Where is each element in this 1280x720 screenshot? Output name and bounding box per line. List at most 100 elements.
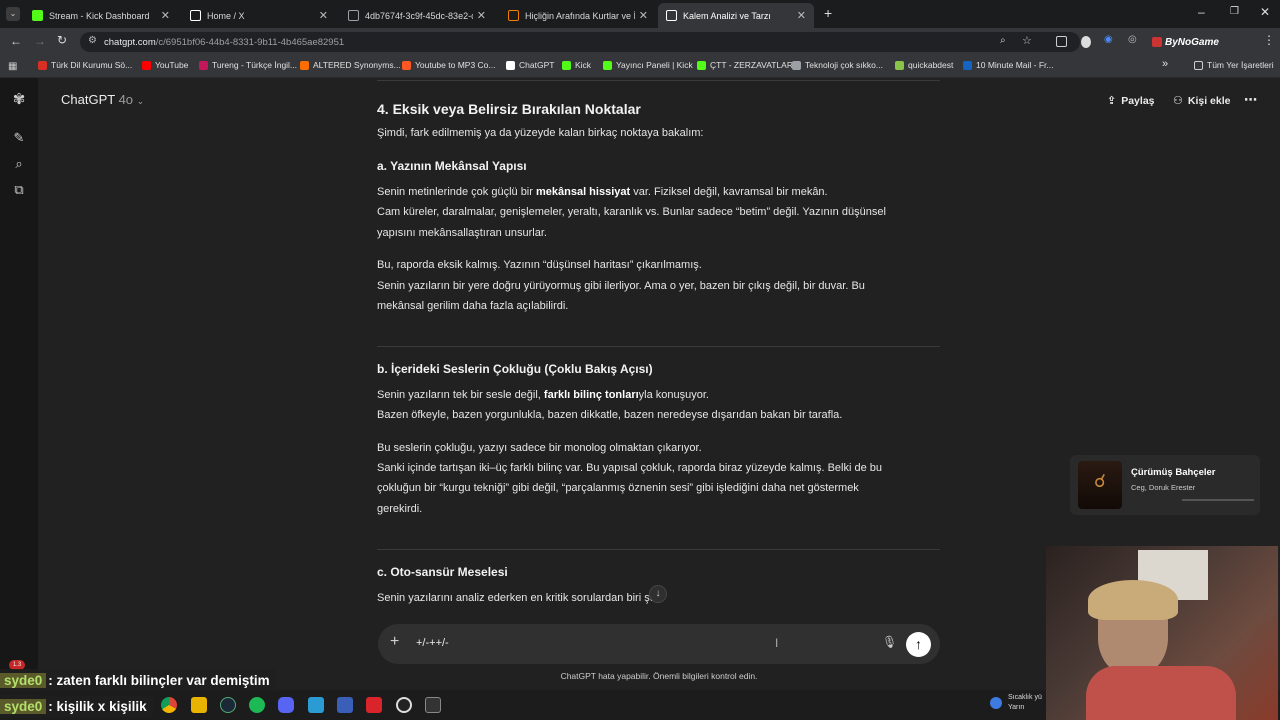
minimize-button[interactable]: – bbox=[1198, 5, 1205, 19]
tab-title: Kalem Analizi ve Tarzı bbox=[683, 10, 771, 21]
bookmark-icon bbox=[603, 60, 612, 70]
bookmarks-overflow-button[interactable]: » bbox=[1162, 58, 1168, 70]
close-window-button[interactable]: ✕ bbox=[1260, 5, 1270, 19]
app-taskbar-icon[interactable] bbox=[308, 697, 324, 713]
bookmark-icon bbox=[963, 60, 972, 70]
section-heading: 4. Eksik veya Belirsiz Bırakılan Noktala… bbox=[377, 101, 641, 117]
reload-icon[interactable]: ↻ bbox=[57, 33, 67, 47]
pdf-taskbar-icon[interactable] bbox=[366, 697, 382, 713]
bookmark-item[interactable]: Tureng - Türkçe İngil... bbox=[199, 60, 297, 70]
close-tab-icon[interactable]: ✕ bbox=[319, 9, 328, 22]
new-tab-button[interactable]: + bbox=[824, 5, 832, 21]
blogger-icon bbox=[508, 10, 519, 21]
extension-icon[interactable]: ◎ bbox=[1128, 34, 1137, 45]
bookmark-label: Youtube to MP3 Co... bbox=[415, 60, 496, 70]
bookmark-item[interactable]: Türk Dil Kurumu Sö... bbox=[38, 60, 132, 70]
model-selector[interactable]: ChatGPT 4o ⌄ bbox=[61, 92, 144, 107]
close-tab-icon[interactable]: ✕ bbox=[639, 9, 648, 22]
bookmark-icon bbox=[38, 60, 47, 70]
openai-logo-icon[interactable]: ✾ bbox=[11, 92, 27, 108]
model-name: ChatGPT bbox=[61, 92, 115, 107]
bookmark-item[interactable]: ChatGPT bbox=[506, 60, 554, 70]
composer[interactable]: + +/-++/- I 🎙 ↑ bbox=[378, 624, 940, 664]
terminal-taskbar-icon[interactable] bbox=[425, 697, 441, 713]
tab-title: Stream - Kick Dashboard bbox=[49, 10, 150, 21]
browser-tab[interactable]: Stream - Kick Dashboard ✕ bbox=[24, 3, 178, 28]
scroll-down-button[interactable]: ↓ bbox=[649, 585, 667, 603]
obs-taskbar-icon[interactable] bbox=[396, 697, 412, 713]
site-info-icon[interactable]: ⚙ bbox=[88, 35, 97, 46]
paragraph-line: Sanki içinde tartışan iki–üç farklı bili… bbox=[377, 462, 883, 474]
add-person-label: Kişi ekle bbox=[1187, 94, 1231, 107]
profile-extension[interactable]: ByNoGame bbox=[1152, 34, 1219, 50]
all-bookmarks-label: Tüm Yer İşaretleri bbox=[1207, 60, 1274, 70]
search-icon[interactable]: ⌕ bbox=[11, 156, 27, 172]
close-tab-icon[interactable]: ✕ bbox=[161, 9, 170, 22]
paragraph-line: Senin yazılarını analiz ederken en kriti… bbox=[377, 592, 659, 604]
folder-taskbar-icon[interactable] bbox=[191, 697, 207, 713]
zoom-icon[interactable]: ⌕ bbox=[1000, 35, 1006, 46]
disclaimer: ChatGPT hata yapabilir. Önemli bilgileri… bbox=[560, 671, 758, 681]
browser-tab[interactable]: Kalem Analizi ve Tarzı ✕ bbox=[658, 3, 814, 28]
album-art: ☌ bbox=[1078, 461, 1122, 509]
bookmark-item[interactable]: 10 Minute Mail - Fr... bbox=[963, 60, 1053, 70]
address-bar[interactable]: ⚙ chatgpt.com/c/6951bf06-44b4-8331-9b11-… bbox=[80, 32, 1080, 52]
browser-tab[interactable]: Home / X ✕ bbox=[182, 3, 336, 28]
bookmark-icon bbox=[562, 60, 571, 70]
weather-widget[interactable]: Sıcaklık yü Yarın bbox=[990, 693, 1042, 713]
bookmark-icon bbox=[792, 60, 801, 70]
chrome-taskbar-icon[interactable] bbox=[161, 697, 177, 713]
apps-grid-icon[interactable]: ▦ bbox=[8, 61, 17, 72]
song-progress-bar bbox=[1182, 499, 1254, 501]
bookmark-item[interactable]: YouTube bbox=[142, 60, 188, 70]
bookmark-item[interactable]: quickabdest bbox=[895, 60, 953, 70]
new-chat-icon[interactable]: ✎ bbox=[11, 130, 27, 146]
streamer-body bbox=[1086, 666, 1236, 720]
paragraph-line: mekânsal gerilim daha fazla açılabilirdi… bbox=[377, 300, 569, 312]
paragraph-line: Senin metinlerinde çok güçlü bir mekânsa… bbox=[377, 186, 828, 198]
bookmark-label: YouTube bbox=[155, 60, 189, 70]
spotify-taskbar-icon[interactable] bbox=[249, 697, 265, 713]
microphone-icon[interactable]: 🎙 bbox=[882, 635, 897, 651]
extension-icon[interactable] bbox=[1056, 36, 1067, 47]
extension-icon[interactable]: ◉ bbox=[1104, 34, 1113, 45]
maximize-button[interactable]: ❐ bbox=[1230, 6, 1239, 17]
bookmark-item[interactable]: ALTERED Synonyms... bbox=[300, 60, 401, 70]
browser-tab[interactable]: 4db7674f-3c9f-45dc-83e2-ce4 ✕ bbox=[340, 3, 494, 28]
more-options-button[interactable]: ⋯ bbox=[1244, 92, 1257, 108]
extension-icon[interactable] bbox=[1081, 36, 1091, 48]
chatgpt-icon bbox=[666, 10, 677, 21]
steam-taskbar-icon[interactable] bbox=[220, 697, 236, 713]
browser-menu-icon[interactable]: ⋮ bbox=[1263, 33, 1275, 47]
browser-tab[interactable]: Hiçliğin Arafında Kurtlar ve İnsan ✕ bbox=[500, 3, 656, 28]
forward-icon[interactable]: → bbox=[34, 34, 46, 48]
globe-icon bbox=[348, 10, 359, 21]
tab-title: 4db7674f-3c9f-45dc-83e2-ce4 bbox=[365, 10, 473, 21]
bookmark-icon bbox=[697, 60, 706, 70]
all-bookmarks-folder[interactable]: Tüm Yer İşaretleri bbox=[1194, 60, 1274, 70]
bookmark-item[interactable]: Youtube to MP3 Co... bbox=[402, 60, 496, 70]
bookmark-icon bbox=[895, 60, 904, 70]
library-icon[interactable]: ⧉ bbox=[11, 182, 27, 198]
stream-chat-message: syde0: zaten farklı bilinçler var demişt… bbox=[0, 669, 276, 691]
attach-plus-icon[interactable]: + bbox=[390, 633, 399, 651]
assistant-message: 4. Eksik veya Belirsiz Bırakılan Noktala… bbox=[377, 80, 940, 620]
app-taskbar-icon[interactable] bbox=[337, 697, 353, 713]
bookmark-item[interactable]: Yayıncı Paneli | Kick bbox=[603, 60, 693, 70]
share-button[interactable]: ⇪ Paylaş bbox=[1107, 94, 1155, 108]
discord-taskbar-icon[interactable] bbox=[278, 697, 294, 713]
bookmark-item[interactable]: ÇTT - ZERZAVATLAR bbox=[697, 60, 793, 70]
prompt-input[interactable]: +/-++/- bbox=[416, 637, 449, 649]
bookmark-item[interactable]: Teknoloji çok sıkko... bbox=[792, 60, 883, 70]
send-button[interactable]: ↑ bbox=[906, 632, 931, 657]
tab-search-button[interactable]: ⌄ bbox=[6, 7, 20, 21]
profile-label: ByNoGame bbox=[1165, 36, 1219, 48]
close-tab-icon[interactable]: ✕ bbox=[797, 9, 806, 22]
close-tab-icon[interactable]: ✕ bbox=[477, 9, 486, 22]
bookmark-star-icon[interactable]: ☆ bbox=[1022, 34, 1032, 47]
url-path: /c/6951bf06-44b4-8331-9b11-4b465ae82951 bbox=[155, 36, 345, 48]
divider bbox=[377, 549, 940, 550]
back-icon[interactable]: ← bbox=[10, 34, 22, 48]
add-person-button[interactable]: ⚇ Kişi ekle bbox=[1173, 94, 1231, 108]
bookmark-item[interactable]: Kick bbox=[562, 60, 591, 70]
